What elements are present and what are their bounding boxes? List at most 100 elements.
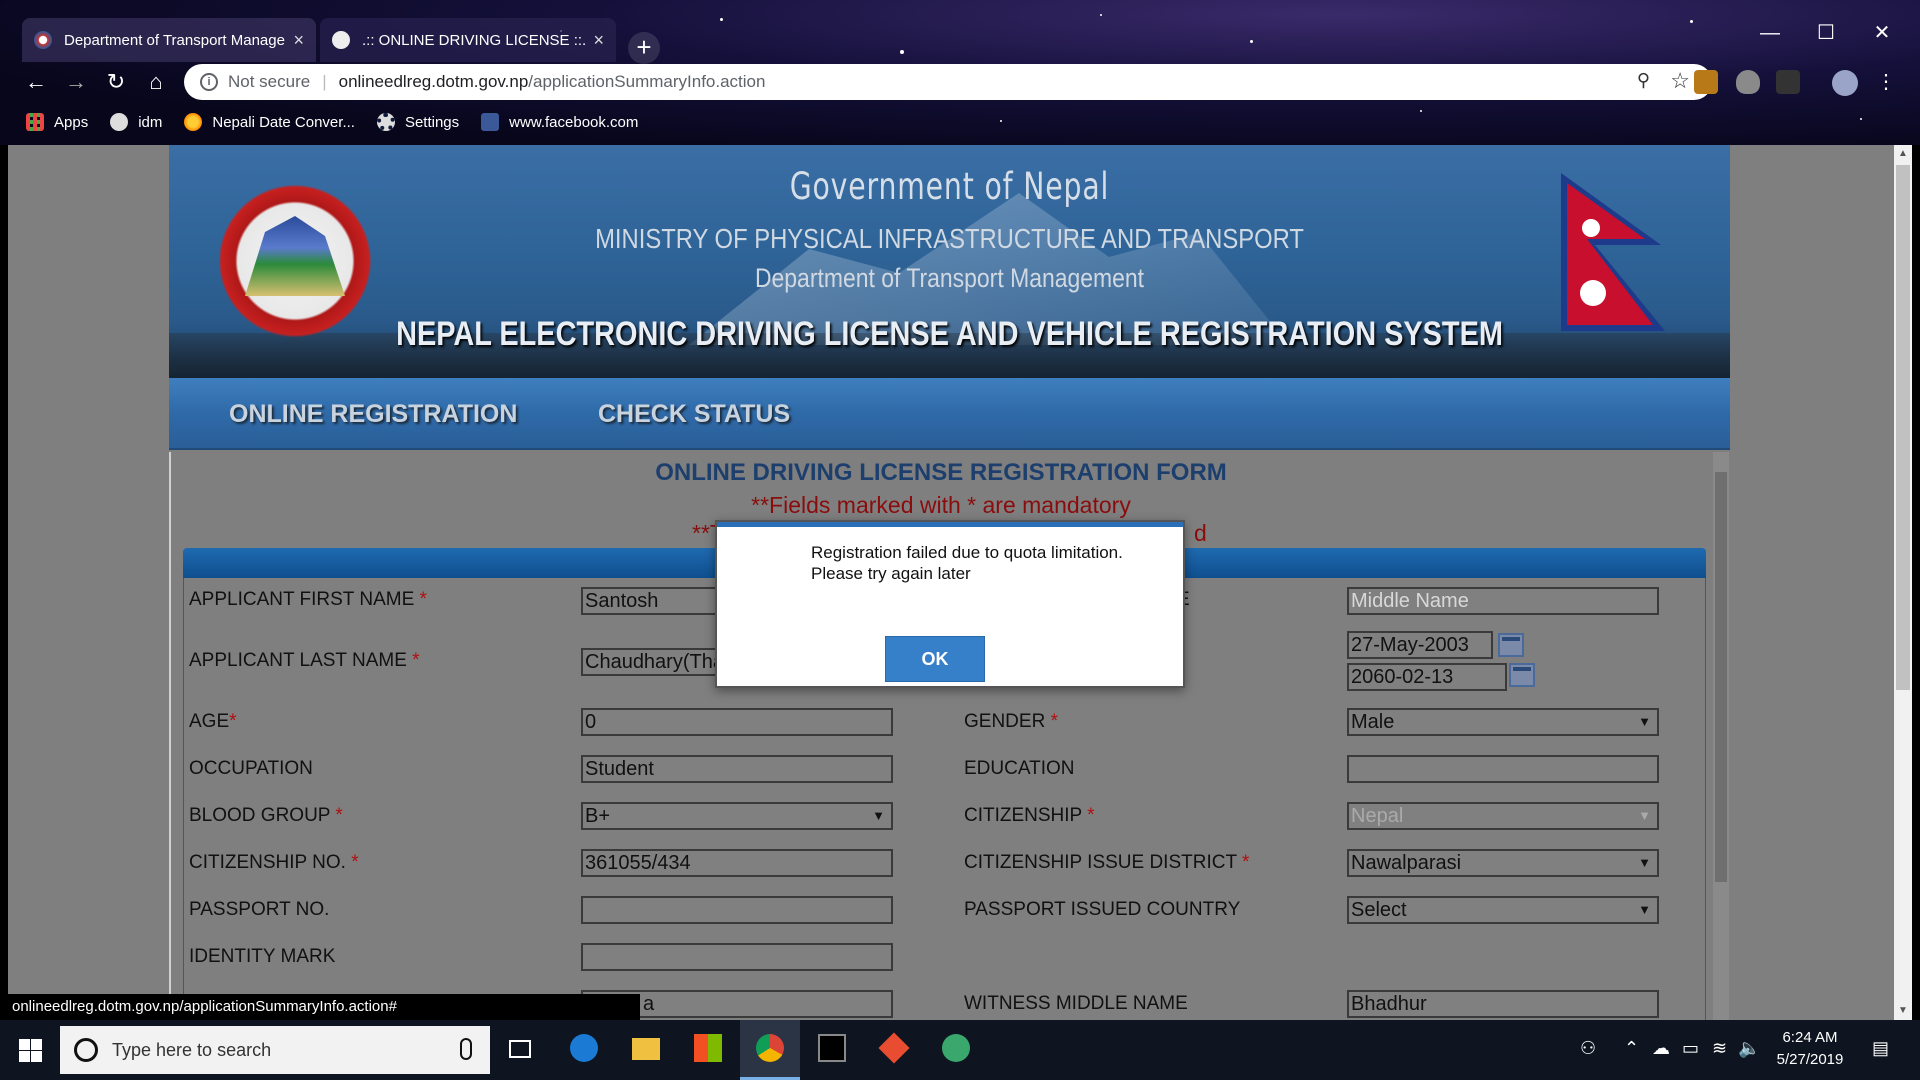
chevron-down-icon: ▼ [1638, 714, 1651, 729]
globe-favicon-icon [332, 31, 350, 49]
label-citizenship-no: CITIZENSHIP NO. * [189, 852, 359, 873]
chevron-down-icon: ▼ [1638, 855, 1651, 870]
occupation-input[interactable]: Student [581, 755, 893, 783]
age-input[interactable]: 0 [581, 708, 893, 736]
bookmarks-bar: Apps idm Nepali Date Conver... Settings … [0, 104, 1920, 140]
browser-toolbar: ← → ↻ ⌂ i Not secure | onlineedlreg.dotm… [0, 62, 1920, 102]
emblem-favicon-icon [34, 31, 52, 49]
atom-icon[interactable] [926, 1020, 986, 1080]
ok-button[interactable]: OK [885, 636, 985, 682]
chevron-up-icon[interactable]: ⌃ [1624, 1038, 1639, 1059]
bookmark-apps[interactable]: Apps [26, 113, 88, 131]
taskbar-search[interactable]: Type here to search [60, 1026, 490, 1074]
file-explorer-icon[interactable] [616, 1020, 676, 1080]
bookmark-settings[interactable]: Settings [376, 113, 460, 131]
menu-kebab-icon[interactable]: ⋮ [1870, 66, 1902, 98]
browser-chrome: Department of Transport Manage × .:: ONL… [0, 0, 1920, 145]
label-occupation: OCCUPATION [189, 758, 313, 779]
gender-select[interactable]: Male ▼ [1347, 708, 1659, 736]
gear-icon [376, 113, 395, 131]
tab-driving-license[interactable]: .:: ONLINE DRIVING LICENSE ::. × [320, 18, 616, 62]
bookmark-facebook[interactable]: www.facebook.com [481, 113, 638, 131]
avatar[interactable] [1832, 70, 1858, 96]
citizenship-select[interactable]: Nepal ▼ [1347, 802, 1659, 830]
bookmark-label: Apps [54, 113, 89, 131]
citizenship-no-input[interactable]: 361055/434 [581, 849, 893, 877]
close-window-button[interactable]: ✕ [1854, 16, 1910, 50]
home-button[interactable]: ⌂ [140, 66, 172, 98]
dob-bs-input[interactable]: 2060-02-13 [1347, 663, 1507, 691]
bookmark-nepali-date[interactable]: Nepali Date Conver... [184, 113, 355, 131]
tab-title: .:: ONLINE DRIVING LICENSE ::. [362, 31, 586, 49]
maximize-button[interactable]: ☐ [1798, 16, 1854, 50]
volume-icon[interactable]: 🔈 [1738, 1038, 1760, 1059]
screen: Department of Transport Manage × .:: ONL… [0, 0, 1920, 1080]
info-icon[interactable]: i [200, 73, 218, 91]
people-icon[interactable]: ⚇ [1580, 1038, 1596, 1059]
address-bar[interactable]: i Not secure | onlineedlreg.dotm.gov.np /… [184, 64, 1712, 100]
dob-ad-input[interactable]: 27-May-2003 [1347, 631, 1493, 659]
label-citizenship-district: CITIZENSHIP ISSUE DISTRICT * [964, 852, 1250, 873]
chrome-icon[interactable] [740, 1020, 800, 1080]
witness-middle-name-input[interactable]: Bhadhur [1347, 990, 1659, 1018]
calendar-icon[interactable] [1509, 663, 1535, 687]
reload-button[interactable]: ↻ [100, 66, 132, 98]
passport-country-select[interactable]: Select ▼ [1347, 896, 1659, 924]
nav-check-status[interactable]: CHECK STATUS [598, 400, 790, 429]
zoom-icon[interactable]: ⚲ [1637, 70, 1650, 91]
cortana-icon [74, 1038, 98, 1062]
bookmark-label: www.facebook.com [509, 113, 639, 131]
banner-department: Department of Transport Management [754, 263, 1145, 293]
close-tab-icon[interactable]: × [293, 30, 304, 51]
citizenship-district-select[interactable]: Nawalparasi ▼ [1347, 849, 1659, 877]
extension-icon[interactable] [1694, 70, 1718, 94]
battery-icon[interactable]: ▭ [1682, 1038, 1699, 1059]
onedrive-icon[interactable]: ☁ [1652, 1038, 1670, 1059]
education-input[interactable] [1347, 755, 1659, 783]
extension-icon[interactable] [1776, 70, 1800, 94]
label-citizenship: CITIZENSHIP * [964, 805, 1095, 826]
nav-online-registration[interactable]: ONLINE REGISTRATION [229, 400, 517, 429]
globe-icon [110, 113, 129, 131]
store-icon[interactable] [678, 1020, 738, 1080]
minimize-button[interactable]: — [1742, 16, 1798, 50]
page-viewport: Government of Nepal MINISTRY OF PHYSICAL… [8, 145, 1912, 1020]
edge-icon[interactable] [554, 1020, 614, 1080]
terminal-icon[interactable] [802, 1020, 862, 1080]
url-path: /applicationSummaryInfo.action [528, 72, 766, 91]
facebook-icon [481, 113, 500, 131]
last-name-input[interactable]: Chaudhary(Tha [581, 648, 731, 676]
blood-group-select[interactable]: B+ ▼ [581, 802, 893, 830]
wifi-icon[interactable]: ≋ [1712, 1038, 1727, 1059]
label-last-name: APPLICANT LAST NAME * [189, 650, 420, 671]
clock[interactable]: 6:24 AM 5/27/2019 [1765, 1027, 1855, 1071]
tab-dotm[interactable]: Department of Transport Manage × [22, 18, 316, 62]
forward-button[interactable]: → [60, 66, 92, 98]
task-view-icon[interactable] [490, 1020, 550, 1080]
identity-mark-input[interactable] [581, 943, 893, 971]
tab-strip: Department of Transport Manage × .:: ONL… [0, 12, 1920, 64]
header-banner: Government of Nepal MINISTRY OF PHYSICAL… [169, 145, 1730, 378]
back-button[interactable]: ← [20, 66, 52, 98]
bookmark-label: Settings [404, 113, 460, 131]
calendar-icon[interactable] [1498, 633, 1524, 657]
notifications-icon[interactable]: ▤ [1872, 1038, 1889, 1059]
chevron-down-icon: ▼ [1638, 808, 1651, 823]
bookmark-idm[interactable]: idm [110, 113, 162, 131]
page-scrollbar[interactable]: ▲ ▼ [1894, 145, 1912, 1020]
form-scrollbar[interactable] [1713, 452, 1729, 1020]
git-icon[interactable] [864, 1020, 924, 1080]
middle-name-input[interactable]: Middle Name [1347, 587, 1659, 615]
passport-no-input[interactable] [581, 896, 893, 924]
new-tab-button[interactable]: + [628, 32, 660, 64]
microphone-icon[interactable] [460, 1038, 472, 1060]
label-passport-no: PASSPORT NO. [189, 899, 330, 920]
tab-title: Department of Transport Manage [64, 31, 285, 49]
shield-extension-icon[interactable] [1736, 70, 1760, 94]
note-end: d [1194, 520, 1207, 546]
bookmark-star-icon[interactable]: ☆ [1670, 68, 1690, 94]
main-nav: ONLINE REGISTRATION CHECK STATUS [169, 378, 1730, 450]
windows-start-icon[interactable] [0, 1020, 60, 1080]
close-tab-icon[interactable]: × [593, 30, 604, 51]
first-name-input[interactable]: Santosh [581, 587, 731, 615]
